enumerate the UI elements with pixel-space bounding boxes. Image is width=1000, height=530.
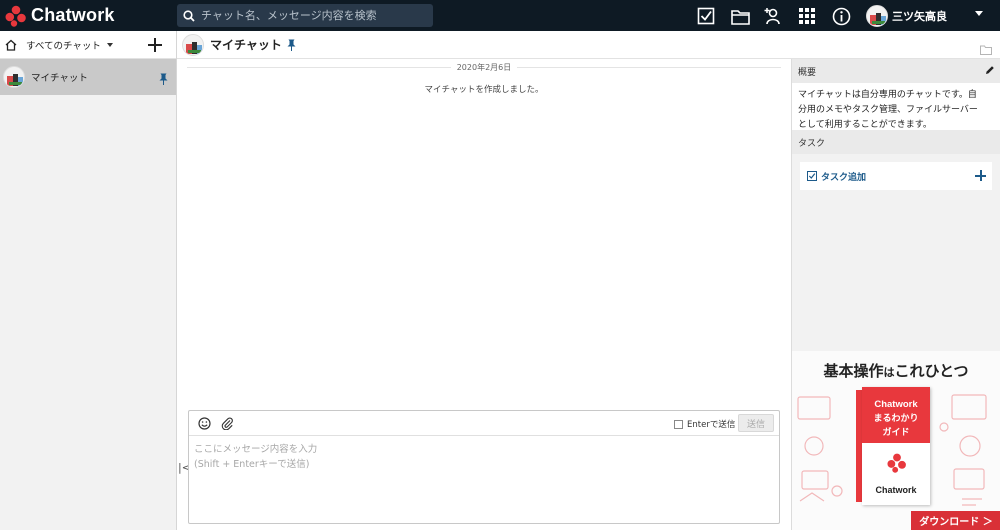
promo-banner[interactable]: 基本操作はこれひとつ Chatwork まるわかり ガイド Chatwork ダ… (791, 351, 1000, 530)
send-button[interactable]: 送信 (738, 414, 774, 432)
chat-title: マイチャット (210, 38, 282, 52)
top-header: Chatwork 三ツ矢高良 (0, 0, 1000, 31)
message-input[interactable]: ここにメッセージ内容を入力 (Shift + Enterキーで送信) (189, 436, 779, 478)
task-section-header: タスク (792, 130, 1000, 154)
message-timeline: 2020年2月6日 マイチャットを作成しました。 (177, 59, 791, 409)
info-icon[interactable] (831, 6, 851, 26)
book-cover-title: Chatwork まるわかり ガイド (862, 387, 930, 443)
task-checkbox-icon[interactable] (696, 6, 716, 26)
task-heading: タスク (798, 138, 826, 149)
composer-toolbar: Enterで送信 送信 (189, 411, 779, 436)
sidebar-item-my-chat[interactable]: マイチャット (0, 59, 176, 95)
apps-grid-icon[interactable] (797, 6, 817, 26)
plus-icon[interactable] (975, 170, 986, 181)
chatwork-logo-icon (5, 5, 26, 27)
room-name: マイチャット (31, 73, 88, 84)
edit-pencil-icon[interactable] (985, 65, 995, 78)
task-checkbox-icon (807, 171, 817, 181)
summary-section-header: 概要 (792, 59, 1000, 83)
home-icon[interactable] (5, 39, 17, 51)
add-chat-button[interactable] (148, 38, 162, 52)
chat-filter-dropdown[interactable]: すべてのチャット (26, 38, 101, 52)
book-brand: Chatwork (875, 485, 917, 495)
brand-name: Chatwork (31, 5, 115, 25)
folder-icon[interactable] (730, 6, 750, 26)
summary-text: マイチャットは自分専用のチャットです。自 分用のメモやタスク管理、ファイルサーバ… (792, 83, 1000, 130)
user-menu[interactable]: 三ツ矢高良 (866, 4, 947, 27)
enter-to-send-checkbox[interactable] (674, 419, 683, 429)
chevron-down-icon[interactable] (975, 11, 983, 16)
folder-icon[interactable] (980, 40, 992, 59)
add-contact-icon[interactable] (763, 6, 783, 26)
room-sidebar: すべてのチャット マイチャット (0, 31, 177, 530)
task-area: タスク追加 (792, 154, 1000, 198)
attachment-icon[interactable] (221, 417, 234, 430)
promo-title: 基本操作はこれひとつ (823, 362, 969, 380)
summary-line: 分用のメモやタスク管理、ファイルサーバー (798, 105, 978, 115)
book-logo-icon (887, 453, 906, 473)
chatwork-logo[interactable]: Chatwork (5, 5, 175, 27)
message-placeholder-line2: (Shift + Enterキーで送信) (194, 459, 310, 470)
enter-to-send-label: Enterで送信 (687, 420, 736, 430)
download-button[interactable]: ダウンロード ＞ (911, 511, 1000, 530)
guide-book-image: Chatwork まるわかり ガイド Chatwork (854, 387, 932, 505)
chat-header: マイチャット (177, 31, 1000, 59)
search-input[interactable] (201, 9, 421, 22)
user-name: 三ツ矢高良 (892, 9, 947, 23)
add-task-button[interactable]: タスク追加 (800, 162, 992, 190)
room-avatar (3, 66, 25, 88)
search-icon (183, 9, 195, 22)
pin-icon[interactable] (159, 70, 168, 89)
message-composer: Enterで送信 送信 ここにメッセージ内容を入力 (Shift + Enter… (188, 410, 780, 524)
search-box[interactable] (177, 4, 433, 27)
enter-to-send-option[interactable]: Enterで送信 (674, 418, 735, 430)
user-avatar (866, 4, 888, 27)
app-window: Chatwork 三ツ矢高良 (0, 0, 1000, 530)
room-info-panel: 概要 マイチャットは自分専用のチャットです。自 分用のメモやタスク管理、ファイル… (791, 59, 1000, 351)
date-divider: 2020年2月6日 (177, 62, 791, 73)
chat-avatar (182, 33, 204, 56)
add-task-label: タスク追加 (821, 172, 867, 183)
summary-line: マイチャットは自分専用のチャットです。自 (798, 90, 977, 100)
system-message: マイチャットを作成しました。 (424, 85, 544, 95)
pin-icon[interactable] (287, 39, 296, 51)
caret-down-icon[interactable] (106, 42, 113, 47)
summary-heading: 概要 (798, 67, 817, 78)
message-placeholder-line1: ここにメッセージ内容を入力 (194, 444, 318, 455)
emoji-icon[interactable] (198, 416, 211, 430)
sidebar-header: すべてのチャット (0, 31, 176, 59)
